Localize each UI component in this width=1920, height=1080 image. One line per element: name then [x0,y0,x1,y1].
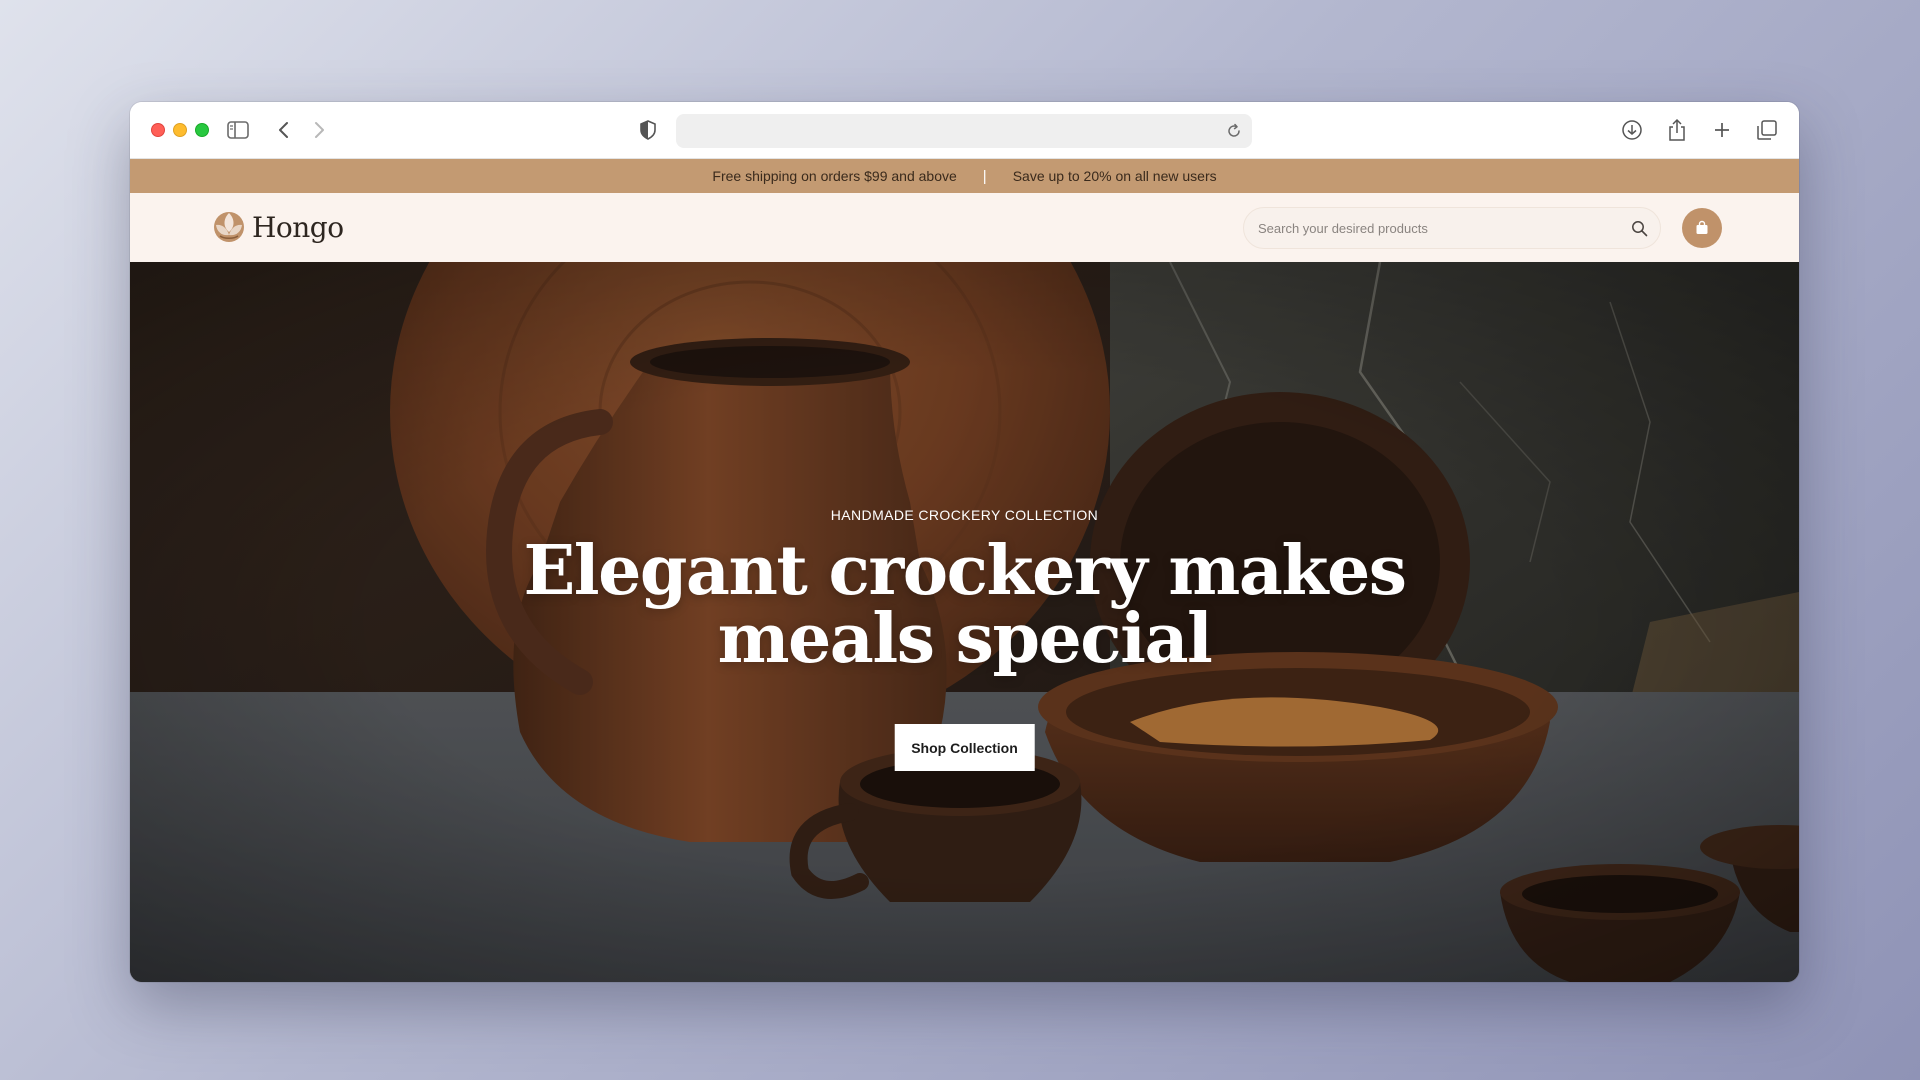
hero-content: HANDMADE CROCKERY COLLECTION Elegant cro… [130,262,1799,982]
shipping-offer-text: Free shipping on orders $99 and above [712,168,957,184]
minimize-window-button[interactable] [173,123,187,137]
download-icon[interactable] [1618,116,1646,144]
shop-collection-button[interactable]: Shop Collection [894,724,1035,771]
reload-icon[interactable] [1226,123,1242,144]
logo-mark-icon [214,212,244,242]
shopping-bag-icon [1696,220,1708,234]
cart-button[interactable] [1682,208,1722,248]
address-bar[interactable] [676,114,1252,148]
logo-text: Hongo [252,210,344,244]
browser-window: Free shipping on orders $99 and above | … [130,102,1799,982]
promo-separator: | [982,167,987,185]
site-logo[interactable]: Hongo [212,210,344,244]
tabs-overview-icon[interactable] [1753,116,1781,144]
forward-icon[interactable] [305,116,333,144]
search-input[interactable] [1258,208,1618,248]
search-icon[interactable] [1631,220,1648,242]
shield-icon[interactable] [634,116,662,144]
sidebar-icon[interactable] [224,116,252,144]
new-tab-icon[interactable] [1708,116,1736,144]
hero-banner: HANDMADE CROCKERY COLLECTION Elegant cro… [130,262,1799,982]
close-window-button[interactable] [151,123,165,137]
share-icon[interactable] [1663,116,1691,144]
zoom-window-button[interactable] [195,123,209,137]
hero-headline: Elegant crockery makes meals special [523,531,1407,679]
discount-offer-text: Save up to 20% on all new users [1012,168,1217,184]
search-box [1243,207,1661,249]
back-icon[interactable] [270,116,298,144]
promo-bar: Free shipping on orders $99 and above | … [130,159,1799,193]
hero-eyebrow: HANDMADE CROCKERY COLLECTION [830,507,1099,523]
site-header: Hongo [130,193,1799,262]
browser-toolbar [130,102,1799,159]
